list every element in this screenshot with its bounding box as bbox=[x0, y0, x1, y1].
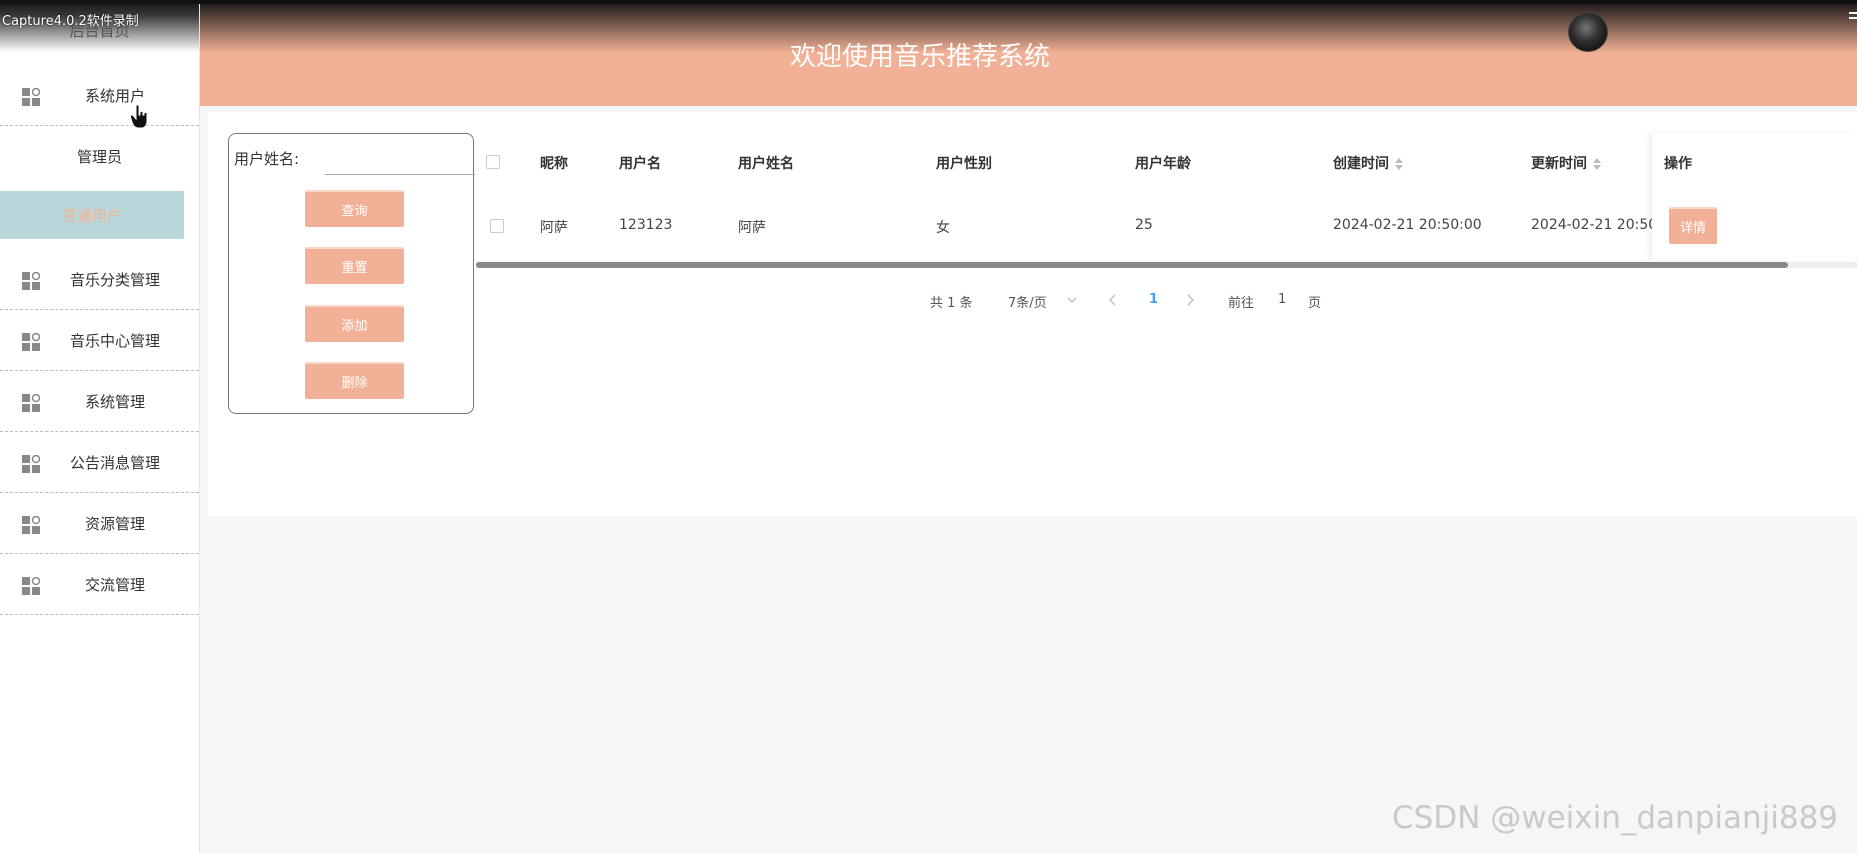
table-cell: 25 bbox=[1135, 217, 1153, 233]
column-header: 操作 bbox=[1664, 156, 1692, 172]
next-page-icon[interactable] bbox=[1185, 294, 1195, 306]
sidebar-item-label: 交流管理 bbox=[84, 576, 145, 594]
capture-label: Capture4.0.2软件录制 bbox=[2, 14, 139, 29]
column-header: 用户姓名 bbox=[738, 156, 794, 172]
reset-button[interactable]: 重置 bbox=[305, 247, 404, 284]
sort-icon[interactable] bbox=[1395, 158, 1403, 170]
sort-icon[interactable] bbox=[1593, 158, 1601, 170]
menu-icon[interactable] bbox=[1849, 12, 1857, 22]
delete-button[interactable]: 删除 bbox=[305, 362, 404, 399]
select-all-checkbox[interactable] bbox=[486, 155, 500, 169]
user-name-search-input[interactable] bbox=[325, 146, 475, 175]
grid-icon bbox=[22, 88, 40, 106]
grid-icon bbox=[22, 394, 40, 412]
hand-cursor-icon bbox=[130, 104, 148, 129]
table-cell: 阿萨 bbox=[738, 220, 766, 236]
sidebar-subitem-admin[interactable]: 管理员 bbox=[0, 132, 199, 180]
column-header-sortable[interactable]: 创建时间 bbox=[1333, 153, 1403, 173]
prev-page-icon[interactable] bbox=[1108, 294, 1118, 306]
sidebar-item-label: 音乐中心管理 bbox=[69, 332, 160, 350]
current-page-number[interactable]: 1 bbox=[1149, 292, 1158, 307]
sidebar-item-label: 公告消息管理 bbox=[69, 454, 160, 472]
pagination-total: 共 1 条 bbox=[930, 296, 973, 311]
chevron-down-icon[interactable] bbox=[1067, 295, 1077, 305]
query-button[interactable]: 查询 bbox=[305, 190, 404, 227]
page-suffix: 页 bbox=[1308, 296, 1322, 311]
table-cell: 2024-02-21 20:50:0 bbox=[1531, 217, 1671, 233]
grid-icon bbox=[22, 272, 40, 290]
sidebar-item-label: 音乐分类管理 bbox=[69, 271, 160, 289]
grid-icon bbox=[22, 516, 40, 534]
sidebar-item-system-users[interactable]: 系统用户 bbox=[0, 66, 199, 126]
grid-icon bbox=[22, 577, 40, 595]
add-button[interactable]: 添加 bbox=[305, 305, 404, 342]
column-header: 用户性别 bbox=[936, 156, 992, 172]
page-title: 欢迎使用音乐推荐系统 bbox=[789, 42, 1050, 72]
sidebar-item-communication[interactable]: 交流管理 bbox=[0, 555, 199, 615]
table-cell: 阿萨 bbox=[540, 220, 568, 236]
page-size-select[interactable]: 7条/页 bbox=[1008, 292, 1047, 311]
sidebar-item-music-center[interactable]: 音乐中心管理 bbox=[0, 311, 199, 371]
sidebar-subitem-normal-user[interactable]: 普通用户 bbox=[0, 191, 184, 239]
sidebar-item-label: 系统用户 bbox=[84, 87, 145, 105]
goto-page-input[interactable]: 1 bbox=[1278, 292, 1286, 307]
horizontal-scrollbar-thumb[interactable] bbox=[476, 262, 1788, 268]
sidebar: 后台首页 系统用户 管理员 普通用户 音乐分类管理 音乐中心管理 系统管理 公告… bbox=[0, 0, 200, 853]
column-header-label: 创建时间 bbox=[1333, 156, 1389, 172]
window-top-bar bbox=[0, 0, 1857, 4]
sidebar-item-label: 系统管理 bbox=[84, 393, 145, 411]
sidebar-item-resources[interactable]: 资源管理 bbox=[0, 494, 199, 554]
column-header: 昵称 bbox=[540, 156, 568, 172]
column-header-label: 更新时间 bbox=[1531, 156, 1587, 172]
row-checkbox[interactable] bbox=[490, 219, 504, 233]
avatar[interactable] bbox=[1568, 12, 1608, 52]
search-label: 用户姓名: bbox=[234, 150, 300, 168]
watermark: CSDN @weixin_danpianji889 bbox=[1392, 800, 1839, 836]
sidebar-item-music-category[interactable]: 音乐分类管理 bbox=[0, 250, 199, 310]
search-panel: 用户姓名: 查询 重置 添加 删除 bbox=[228, 133, 475, 414]
sidebar-item-system-management[interactable]: 系统管理 bbox=[0, 372, 199, 432]
grid-icon bbox=[22, 333, 40, 351]
table-cell: 2024-02-21 20:50:00 bbox=[1333, 217, 1482, 233]
goto-label: 前往 bbox=[1228, 296, 1255, 311]
table-cell: 123123 bbox=[619, 217, 673, 233]
column-header: 用户名 bbox=[619, 156, 661, 172]
detail-button[interactable]: 详情 bbox=[1669, 207, 1717, 244]
table-cell: 女 bbox=[936, 220, 950, 236]
column-header: 用户年龄 bbox=[1135, 156, 1191, 172]
sidebar-item-label: 资源管理 bbox=[84, 515, 145, 533]
column-header-sortable[interactable]: 更新时间 bbox=[1531, 153, 1601, 173]
sidebar-item-announcements[interactable]: 公告消息管理 bbox=[0, 433, 199, 493]
grid-icon bbox=[22, 455, 40, 473]
